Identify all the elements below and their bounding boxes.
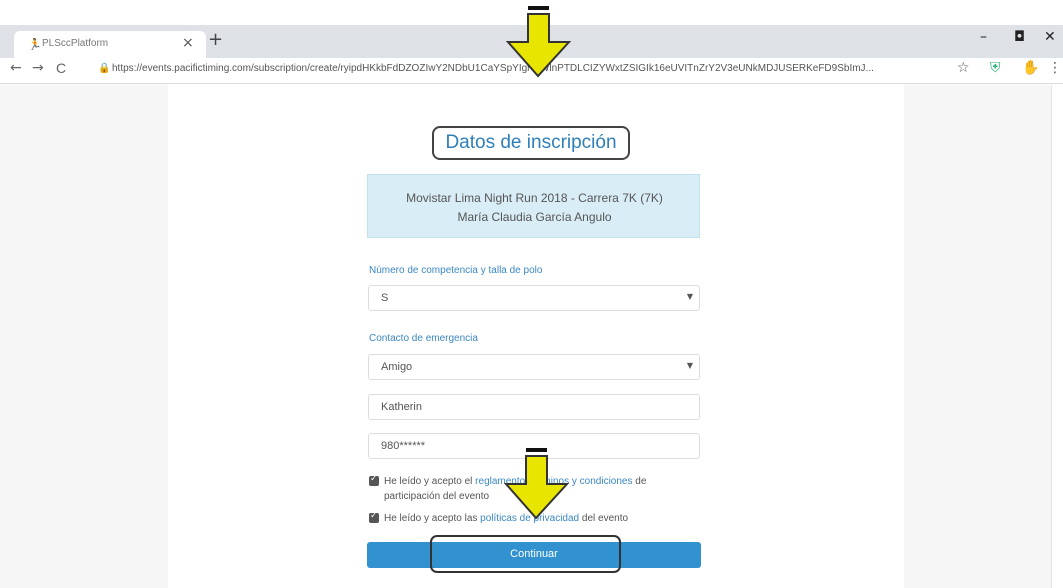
annotation-arrow-bottom [503,448,570,520]
contact-name-field[interactable]: Katherin [368,394,700,420]
contact-name-value: Katherin [381,401,422,413]
annotation-arrow-top [505,6,572,78]
terms-checkbox[interactable] [369,474,379,486]
scrollbar[interactable] [1051,85,1063,588]
tab-title: PLSccPlatform [42,38,109,49]
extension-icon[interactable]: ✋ [1022,60,1039,76]
star-icon[interactable]: ☆ [957,60,970,76]
shirt-size-select[interactable]: S ▼ [368,285,700,311]
shield-icon[interactable]: ⛨ [990,60,1001,76]
screen: 🏃 PLSccPlatform × + – ◘ ✕ ← → C 🔒 https:… [0,0,1063,588]
lock-icon: 🔒 [98,63,111,74]
menu-icon[interactable]: ⋮ [1048,60,1062,76]
event-info-box: Movistar Lima Night Run 2018 - Carrera 7… [367,174,700,238]
page-title: Datos de inscripción [432,126,630,160]
relationship-select[interactable]: Amigo ▼ [368,354,700,380]
shirt-size-label: Número de competencia y talla de polo [369,265,543,276]
privacy-checkbox[interactable] [369,511,379,523]
close-window-button[interactable]: ✕ [1044,29,1056,45]
runner-icon: 🏃 [28,38,42,51]
forward-button[interactable]: → [32,60,44,76]
chevron-down-icon: ▼ [686,292,693,301]
contact-phone-value: 980****** [381,440,426,452]
privacy-text-end: del evento [579,513,629,524]
shirt-size-value: S [381,292,389,304]
participant-name: María Claudia García Angulo [457,210,612,224]
relationship-value: Amigo [381,361,413,373]
chevron-down-icon: ▼ [686,361,693,370]
terms-text-line2: participación del evento [384,491,490,502]
event-name: Movistar Lima Night Run 2018 - Carrera 7… [406,191,663,205]
tab-close-icon[interactable]: × [182,35,194,51]
emergency-contact-label: Contacto de emergencia [369,333,478,344]
maximize-button[interactable]: ◘ [1014,29,1025,45]
back-button[interactable]: ← [10,60,22,76]
terms-text-end: de [632,476,647,487]
continue-highlight [430,535,621,573]
privacy-text-start: He leído y acepto las [384,513,481,524]
minimize-button[interactable]: – [980,29,987,45]
browser-tab[interactable]: 🏃 PLSccPlatform × [14,31,206,58]
new-tab-button[interactable]: + [208,29,223,50]
terms-text-start: He leído y acepto el [384,476,476,487]
reload-button[interactable]: C [56,60,66,76]
